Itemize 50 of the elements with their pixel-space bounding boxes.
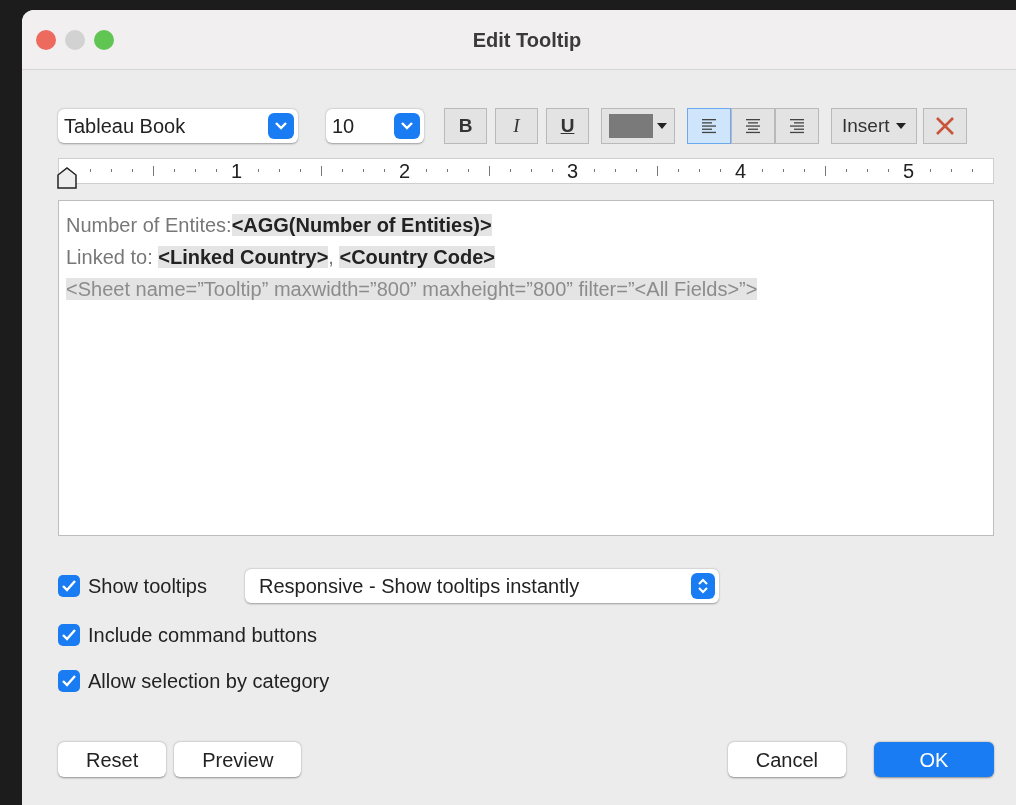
- insert-menu-button[interactable]: Insert: [831, 108, 917, 144]
- text-editor[interactable]: Number of Entites:<AGG(Number of Entities)> Linked to: <Linked Country>, <Country Code> <Sheet name=”Tooltip” maxwidth=”800” maxheight=”800” filter=”<All Fields>”>: [58, 200, 994, 536]
- close-button[interactable]: [36, 29, 56, 50]
- tooltip-mode-select[interactable]: Responsive - Show tooltips instantly: [244, 569, 719, 603]
- dialog-button[interactable]: Reset: [58, 742, 167, 777]
- sheet-tag: <Sheet name=”Tooltip” maxwidth=”800” maxheight=”800” filter=”<All Fields>”>: [66, 278, 758, 300]
- align-left-button[interactable]: [687, 108, 731, 144]
- cancel-button[interactable]: Cancel: [727, 742, 846, 777]
- dialog-button[interactable]: Preview: [174, 742, 302, 777]
- chevron-down-icon: [394, 113, 420, 139]
- align-left-icon: [700, 118, 718, 134]
- chevron-down-icon: [268, 113, 294, 139]
- italic-button[interactable]: I: [495, 108, 538, 144]
- field-tag: <AGG(Number of Entities)>: [231, 214, 492, 236]
- label-text: Number of Entites:: [66, 214, 232, 236]
- caret-icon: [895, 123, 906, 129]
- checkmark-icon: [61, 579, 77, 593]
- text-color-picker[interactable]: [601, 108, 675, 144]
- field-tag: <Country Code>: [339, 246, 496, 268]
- label-text: Linked to:: [66, 246, 154, 268]
- checkbox[interactable]: [58, 670, 80, 692]
- indent-marker-icon[interactable]: [57, 167, 77, 189]
- stepper-icon: [690, 573, 715, 599]
- ruler-number: 5: [903, 160, 915, 182]
- ruler-number: 3: [567, 160, 579, 182]
- align-center-icon: [744, 118, 762, 134]
- checkbox-label: Allow selection by category: [88, 669, 330, 694]
- align-center-button[interactable]: [731, 108, 775, 144]
- checkbox[interactable]: [58, 624, 80, 646]
- ruler-number: 2: [399, 160, 411, 182]
- caret-icon: [657, 123, 667, 129]
- checkbox-label: Show tooltips: [88, 574, 207, 599]
- ok-button[interactable]: OK: [874, 742, 994, 777]
- align-right-icon: [788, 118, 806, 134]
- checkmark-icon: [61, 674, 77, 688]
- font-size-select[interactable]: 10: [326, 109, 424, 143]
- checkbox[interactable]: [58, 575, 80, 597]
- clear-button[interactable]: [922, 108, 967, 144]
- underline-button[interactable]: U: [546, 108, 589, 144]
- checkbox-label: Include command buttons: [88, 623, 318, 648]
- font-select[interactable]: Tableau Book: [58, 109, 298, 143]
- close-icon: [933, 115, 956, 137]
- align-right-button[interactable]: [775, 108, 819, 144]
- label-text: ,: [328, 246, 335, 268]
- ruler-number: 4: [735, 160, 747, 182]
- bold-button[interactable]: B: [444, 108, 487, 144]
- field-tag: <Linked Country>: [158, 246, 329, 268]
- window-title: Edit Tooltip: [472, 27, 582, 53]
- ruler-number: 1: [231, 160, 243, 182]
- checkmark-icon: [61, 628, 77, 642]
